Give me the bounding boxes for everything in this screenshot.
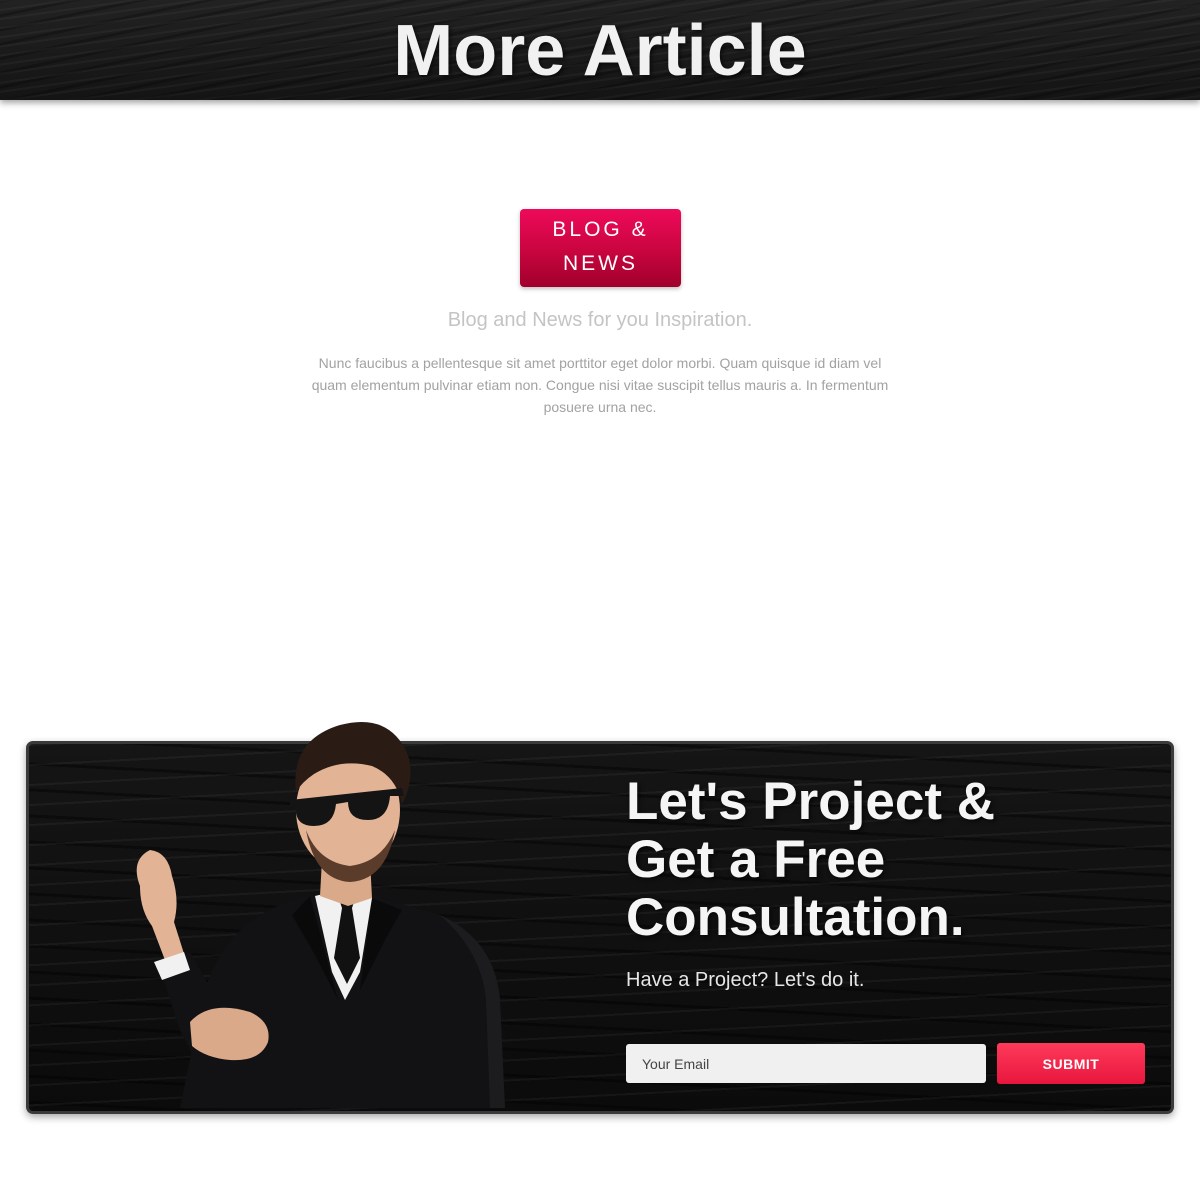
badge-line-2: NEWS (563, 252, 638, 275)
cta-subtitle: Have a Project? Let's do it. (626, 969, 865, 991)
header-banner: More Article (0, 0, 1200, 100)
cta-title-line-3: Consultation. (626, 888, 965, 947)
blog-news-badge: BLOG & NEWS (520, 209, 681, 287)
page-title: More Article (393, 11, 807, 91)
email-input[interactable] (626, 1044, 986, 1083)
badge-line-1: BLOG & (552, 218, 649, 241)
blog-subtitle: Blog and News for you Inspiration. (447, 309, 753, 331)
cta-title-line-1: Let's Project & (626, 772, 995, 831)
submit-button[interactable]: SUBMIT (997, 1043, 1145, 1084)
businessman-image (136, 721, 505, 1108)
cta-title-line-2: Get a Free (626, 830, 886, 889)
raised-hand (136, 850, 186, 968)
page: More Article BLOG & NEWS Blog and News f… (0, 0, 1200, 1201)
blog-description: Nunc faucibus a pellentesque sit amet po… (311, 355, 889, 415)
cta-title: Let's Project & Get a Free Consultation. (626, 773, 1186, 947)
